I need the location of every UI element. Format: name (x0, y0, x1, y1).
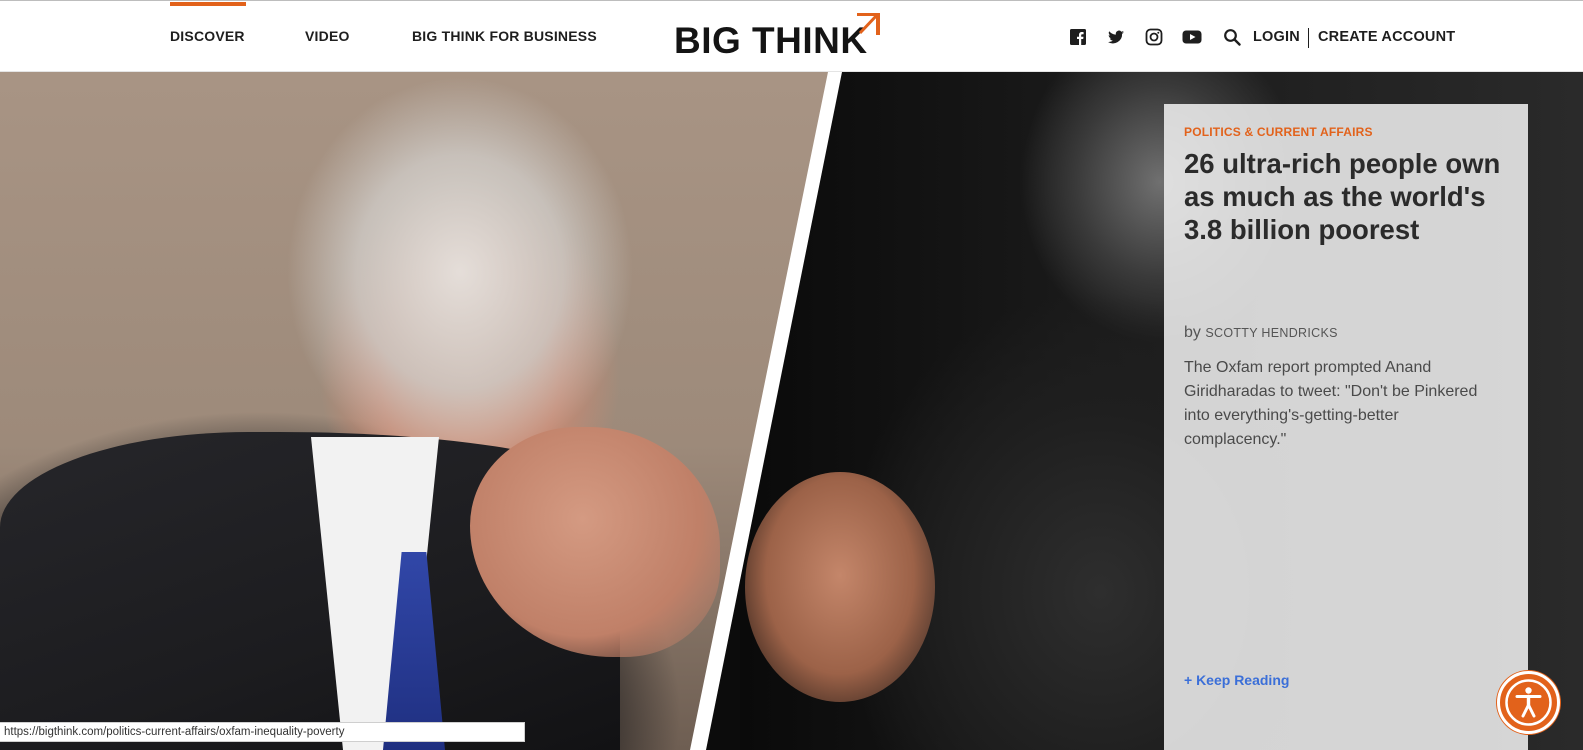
article-byline: by SCOTTY HENDRICKS (1184, 324, 1338, 342)
nav-discover[interactable]: DISCOVER (170, 28, 245, 44)
nav-video[interactable]: VIDEO (305, 28, 350, 44)
article-category[interactable]: POLITICS & CURRENT AFFAIRS (1184, 125, 1373, 139)
instagram-icon[interactable] (1145, 28, 1163, 46)
login-link[interactable]: LOGIN (1253, 29, 1300, 45)
accessibility-button[interactable] (1497, 671, 1560, 734)
search-icon[interactable] (1223, 28, 1241, 46)
hero-feature[interactable]: POLITICS & CURRENT AFFAIRS 26 ultra-rich… (0, 72, 1583, 750)
article-card[interactable]: POLITICS & CURRENT AFFAIRS 26 ultra-rich… (1164, 104, 1528, 750)
article-excerpt: The Oxfam report prompted Anand Giridhar… (1184, 359, 1478, 448)
nav-big-think-for-business[interactable]: BIG THINK FOR BUSINESS (412, 28, 597, 44)
logo-wordmark: BIG THINK (674, 20, 868, 61)
auth-divider (1308, 28, 1309, 48)
twitter-icon[interactable] (1107, 28, 1125, 46)
create-account-link[interactable]: CREATE ACCOUNT (1318, 29, 1455, 45)
article-title[interactable]: 26 ultra-rich people own as much as the … (1184, 147, 1504, 246)
facebook-icon[interactable] (1069, 28, 1087, 46)
accessibility-icon (1505, 679, 1552, 726)
youtube-icon[interactable] (1182, 28, 1202, 46)
logo-arrow-icon (857, 13, 880, 35)
article-author[interactable]: SCOTTY HENDRICKS (1205, 326, 1337, 340)
active-nav-indicator (170, 2, 246, 6)
site-header: DISCOVER VIDEO BIG THINK FOR BUSINESS BI… (0, 1, 1583, 72)
status-bar-url: https://bigthink.com/politics-current-af… (0, 722, 525, 742)
keep-reading-link[interactable]: + Keep Reading (1184, 672, 1289, 688)
site-logo[interactable]: BIG THINK (674, 13, 904, 62)
byline-prefix: by (1184, 324, 1201, 341)
